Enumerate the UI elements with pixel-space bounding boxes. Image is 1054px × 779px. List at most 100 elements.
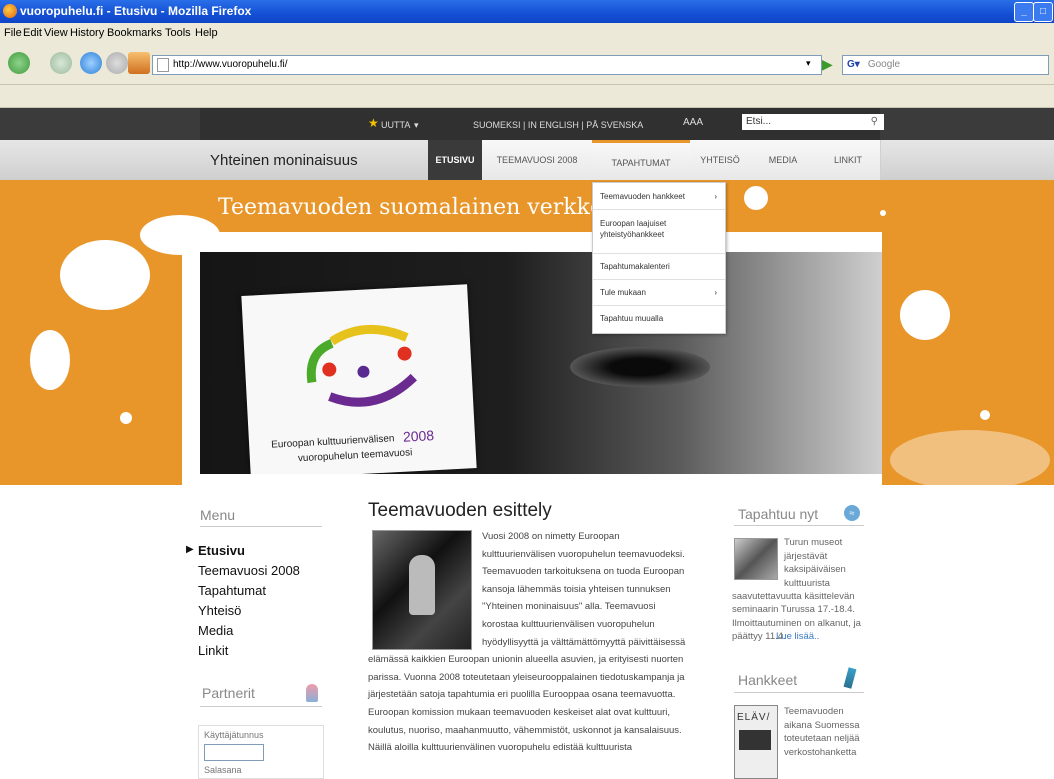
forward-icon[interactable]	[50, 52, 72, 74]
paint-splash	[744, 186, 768, 210]
language-links[interactable]: SUOMEKSI | IN ENGLISH | PÅ SVENSKA	[473, 120, 643, 130]
dropdown-arrow-icon[interactable]: ▾	[806, 58, 811, 69]
search-icon[interactable]: ⚲	[871, 114, 878, 130]
dropdown-item-euroopan[interactable]: Euroopan laajuiset yhteistyöhankkeet	[593, 209, 725, 254]
firefox-icon	[3, 4, 17, 18]
news-thumbnail	[734, 538, 778, 580]
menu-history[interactable]: History	[70, 27, 104, 39]
poster-year: 2008	[402, 427, 435, 445]
projects-thumbnail: ELÄV/	[734, 705, 778, 779]
partners-divider	[200, 706, 322, 707]
article-line: järjestetään satoja tapahtumia eri puoli…	[368, 689, 676, 700]
poster-line1: Euroopan kulttuurienvälisen	[270, 433, 395, 451]
article-line: Teemavuoden tarkoituksena on tuoda Euroo…	[482, 566, 685, 577]
menu-file[interactable]: File	[4, 27, 22, 39]
news-line: Turun museot	[784, 537, 843, 548]
dropdown-item-tule-mukaan[interactable]: Tule mukaan ›	[593, 279, 725, 306]
window-titlebar: vuoropuhelu.fi - Etusivu - Mozilla Firef…	[0, 0, 1054, 23]
home-icon[interactable]	[128, 52, 150, 74]
tab-teemavuosi[interactable]: TEEMAVUOSI 2008	[482, 140, 593, 180]
chevron-right-icon: ›	[714, 288, 717, 297]
site-logo[interactable]: Yhteinen moninaisuus	[210, 152, 358, 169]
read-more-link[interactable]: Lue lisää..	[776, 630, 819, 643]
news-line: kulttuurista	[784, 578, 830, 589]
maximize-icon[interactable]: □	[1033, 2, 1053, 22]
article-line: hyödyllisyyttä ja välttämättömyyttä päiv…	[482, 637, 686, 648]
page-icon	[157, 58, 169, 72]
article-line: "Yhteinen moninaisuus" alla. Teemavuosi	[482, 601, 656, 612]
chevron-down-icon[interactable]: ▾	[414, 120, 419, 131]
article-line: elämässä kaikkien Euroopan unionin aluee…	[368, 654, 684, 665]
paint-splash	[30, 330, 70, 390]
back-icon[interactable]	[8, 52, 30, 74]
paint-splash	[900, 290, 950, 340]
menu-item-tapahtumat[interactable]: Tapahtumat	[198, 583, 266, 598]
news-line: saavutettavuutta käsittelevän	[732, 591, 855, 602]
article-line: korostaa kulttuurienvälisen vuoropuhelun	[482, 619, 655, 630]
dropdown-label: Euroopan laajuiset yhteistyöhankkeet	[600, 219, 667, 239]
tab-media[interactable]: MEDIA	[750, 140, 817, 180]
password-label: Salasana	[204, 765, 242, 775]
paint-splash	[60, 240, 150, 310]
partner-icon	[306, 684, 318, 702]
menu-item-teemavuosi[interactable]: Teemavuosi 2008	[198, 563, 300, 578]
google-icon: G▾	[847, 59, 860, 70]
dropdown-item-hankkeet[interactable]: Teemavuoden hankkeet ›	[593, 183, 725, 210]
text-size-links[interactable]: AAA	[683, 117, 703, 128]
menu-view[interactable]: View	[44, 27, 68, 39]
menu-item-linkit[interactable]: Linkit	[198, 643, 228, 658]
stop-icon[interactable]	[106, 52, 128, 74]
projects-line: aikana Suomessa	[784, 720, 860, 731]
menu-tools[interactable]: Tools	[165, 27, 191, 39]
menu-title: Menu	[200, 507, 236, 523]
search-placeholder: Google	[867, 59, 901, 70]
minimize-icon[interactable]: _	[1014, 2, 1034, 22]
menu-item-etusivu[interactable]: Etusivu	[198, 543, 245, 558]
projects-line: Teemavuoden	[784, 706, 844, 717]
site-topbar: ★ UUTTA ▾ SUOMEKSI | IN ENGLISH | PÅ SVE…	[0, 108, 1054, 140]
address-bar[interactable]: http://www.vuoropuhelu.fi/	[152, 55, 822, 75]
address-url: http://www.vuoropuhelu.fi/	[173, 59, 288, 70]
menu-item-media[interactable]: Media	[198, 623, 233, 638]
reload-icon[interactable]	[80, 52, 102, 74]
tapahtumat-dropdown: Teemavuoden hankkeet › Euroopan laajuiset…	[592, 182, 726, 334]
poster: Euroopan kulttuurienvälisen 2008 vuoropu…	[241, 284, 477, 474]
menu-item-yhteiso[interactable]: Yhteisö	[198, 603, 241, 618]
logo-icon	[306, 324, 417, 407]
tab-yhteiso[interactable]: YHTEISÖ	[690, 140, 751, 180]
dropdown-label: Tule mukaan	[600, 288, 646, 297]
rss-icon[interactable]: ≈	[844, 505, 860, 521]
paint-splash	[890, 430, 1050, 485]
dropdown-item-muualla[interactable]: Tapahtuu muualla	[593, 305, 725, 332]
article-line: koulutus, nuoriso, maahanmuutto, vähemmi…	[368, 725, 682, 736]
projects-divider	[734, 692, 864, 693]
username-label: Käyttäjätunnus	[204, 730, 264, 740]
news-line: järjestävät	[784, 551, 828, 562]
article-line: kulttuurienvälisen vuoropuhelun teemavuo…	[482, 549, 685, 560]
search-input[interactable]: G▾ Google	[842, 55, 1049, 75]
menu-edit[interactable]: Edit	[23, 27, 42, 39]
uutta-link[interactable]: UUTTA	[381, 120, 410, 130]
paint-drop	[980, 410, 990, 420]
article-line: Vuosi 2008 on nimetty Euroopan	[482, 531, 620, 542]
menu-help[interactable]: Help	[195, 27, 218, 39]
article-title: Teemavuoden esittely	[368, 500, 552, 521]
news-line: kaksipäiväisen	[784, 564, 846, 575]
tab-linkit[interactable]: LINKIT	[816, 140, 881, 180]
navigation-toolbar: http://www.vuoropuhelu.fi/ ▾ ▶ G▾ Google	[0, 44, 1054, 85]
news-title: Tapahtuu nyt	[738, 506, 819, 522]
window-title: vuoropuhelu.fi - Etusivu - Mozilla Firef…	[20, 4, 252, 18]
tab-tapahtumat[interactable]: TAPAHTUMAT	[592, 140, 691, 180]
tab-etusivu[interactable]: ETUSIVU	[428, 140, 483, 180]
news-divider	[734, 525, 864, 526]
site-search-input[interactable]: Etsi... ⚲	[742, 114, 884, 130]
menu-bookmarks[interactable]: Bookmarks	[107, 27, 162, 39]
dropdown-item-kalenteri[interactable]: Tapahtumakalenteri	[593, 253, 725, 280]
hand-shape	[409, 555, 435, 615]
bookmarks-toolbar	[0, 85, 1054, 108]
go-icon[interactable]: ▶	[822, 56, 833, 73]
paint-drop	[120, 412, 132, 424]
dropdown-label: Tapahtumakalenteri	[600, 262, 670, 271]
pen-icon	[843, 667, 857, 689]
username-input[interactable]	[204, 744, 264, 761]
